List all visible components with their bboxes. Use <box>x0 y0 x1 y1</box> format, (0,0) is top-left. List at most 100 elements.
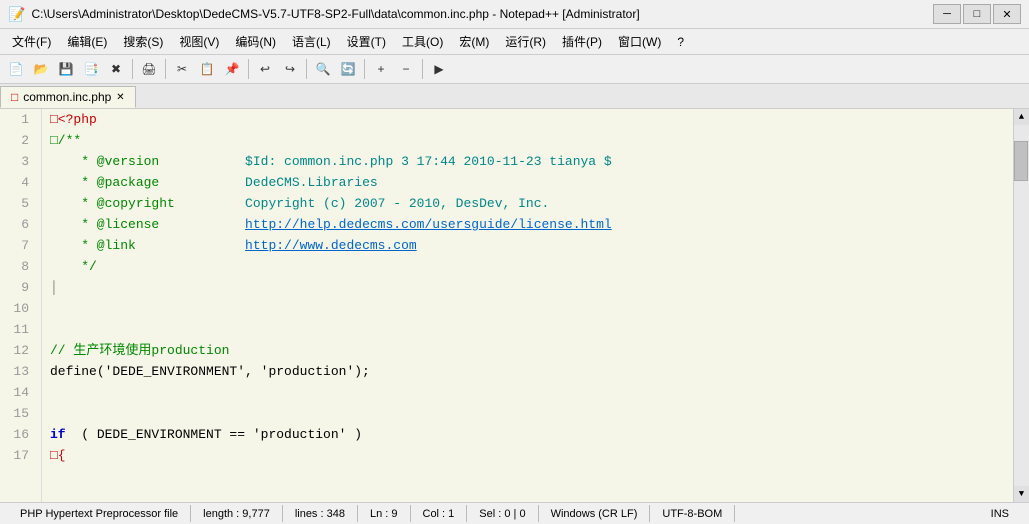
code-area[interactable]: □<?php□/** * @version $Id: common.inc.ph… <box>42 109 1013 502</box>
code-line: □{ <box>50 445 1005 466</box>
maximize-button[interactable]: □ <box>963 4 991 24</box>
code-line: */ <box>50 256 1005 277</box>
status-lines: lines : 348 <box>283 505 358 522</box>
menu-item[interactable]: 文件(F) <box>4 31 59 52</box>
tab-common-inc-php[interactable]: □ common.inc.php ✕ <box>0 86 136 108</box>
menu-item[interactable]: 插件(P) <box>554 31 610 52</box>
save-button[interactable]: 💾 <box>54 58 78 80</box>
code-token: // <box>50 343 73 358</box>
code-line: * @license http://help.dedecms.com/users… <box>50 214 1005 235</box>
code-token: 生产环境使用 <box>73 343 151 358</box>
vertical-scrollbar[interactable]: ▲ ▼ <box>1013 109 1029 502</box>
new-button[interactable]: 📄 <box>4 58 28 80</box>
code-line: if ( DEDE_ENVIRONMENT == 'production' ) <box>50 424 1005 445</box>
line-number: 17 <box>8 445 33 466</box>
close-file-button[interactable]: ✖ <box>104 58 128 80</box>
code-token: * @copyright <box>50 196 245 211</box>
menu-item[interactable]: ? <box>669 33 692 51</box>
code-line: │ <box>50 277 1005 298</box>
code-token: * @link <box>50 238 245 253</box>
zoom-out-button[interactable]: − <box>394 58 418 80</box>
redo-button[interactable]: ↪ <box>278 58 302 80</box>
code-line: * @copyright Copyright (c) 2007 - 2010, … <box>50 193 1005 214</box>
paste-button[interactable]: 📌 <box>220 58 244 80</box>
code-line: // 生产环境使用production <box>50 340 1005 361</box>
zoom-in-button[interactable]: + <box>369 58 393 80</box>
save-all-button[interactable]: 📑 <box>79 58 103 80</box>
find-button[interactable]: 🔍 <box>311 58 335 80</box>
window-controls: ─ □ ✕ <box>933 4 1021 24</box>
menu-item[interactable]: 编码(N) <box>227 31 284 52</box>
copy-button[interactable]: 📋 <box>195 58 219 80</box>
cut-button[interactable]: ✂ <box>170 58 194 80</box>
tab-icon: □ <box>11 90 18 104</box>
line-number: 8 <box>8 256 33 277</box>
line-number: 15 <box>8 403 33 424</box>
print-button[interactable]: 🖨 <box>137 58 161 80</box>
status-col: Col : 1 <box>411 505 468 522</box>
app-icon: 📝 <box>8 6 25 23</box>
status-ins: INS <box>979 505 1021 522</box>
macro-button[interactable]: ▶ <box>427 58 451 80</box>
window-title: C:\Users\Administrator\Desktop\DedeCMS-V… <box>31 7 639 21</box>
code-line <box>50 298 1005 319</box>
menu-item[interactable]: 工具(O) <box>394 31 451 52</box>
menu-item[interactable]: 语言(L) <box>284 31 339 52</box>
status-filetype: PHP Hypertext Preprocessor file <box>8 505 191 522</box>
line-number: 5 <box>8 193 33 214</box>
title-bar: 📝 C:\Users\Administrator\Desktop\DedeCMS… <box>0 0 1029 29</box>
menu-item[interactable]: 视图(V) <box>171 31 227 52</box>
code-token: □/** <box>50 133 81 148</box>
line-number: 4 <box>8 172 33 193</box>
menu-item[interactable]: 搜索(S) <box>115 31 171 52</box>
menu-item[interactable]: 编辑(E) <box>59 31 115 52</box>
code-token: if <box>50 427 66 442</box>
menu-item[interactable]: 运行(R) <box>497 31 554 52</box>
line-number: 16 <box>8 424 33 445</box>
status-lineending: Windows (CR LF) <box>539 505 651 522</box>
line-number: 1 <box>8 109 33 130</box>
status-bar: PHP Hypertext Preprocessor file length :… <box>0 502 1029 524</box>
line-number: 14 <box>8 382 33 403</box>
line-number: 7 <box>8 235 33 256</box>
line-number: 10 <box>8 298 33 319</box>
sep2 <box>165 59 166 79</box>
line-number: 9 <box>8 277 33 298</box>
code-token: Copyright (c) 2007 - 2010, DesDev, Inc. <box>245 196 549 211</box>
line-number: 2 <box>8 130 33 151</box>
code-token: * @package <box>50 175 245 190</box>
code-token: */ <box>50 259 97 274</box>
editor-container[interactable]: 1234567891011121314151617 □<?php□/** * @… <box>0 109 1013 502</box>
code-line: * @link http://www.dedecms.com <box>50 235 1005 256</box>
code-line <box>50 382 1005 403</box>
code-token: http://help.dedecms.com/usersguide/licen… <box>245 217 612 232</box>
tab-bar: □ common.inc.php ✕ <box>0 84 1029 109</box>
code-token: http://www.dedecms.com <box>245 238 417 253</box>
menu-item[interactable]: 设置(T) <box>339 31 394 52</box>
line-number: 11 <box>8 319 33 340</box>
undo-button[interactable]: ↩ <box>253 58 277 80</box>
toolbar: 📄 📂 💾 📑 ✖ 🖨 ✂ 📋 📌 ↩ ↪ 🔍 🔄 + − ▶ <box>0 55 1029 84</box>
close-button[interactable]: ✕ <box>993 4 1021 24</box>
code-token: * @version <box>50 154 245 169</box>
code-token: □{ <box>50 448 66 463</box>
code-line: * @package DedeCMS.Libraries <box>50 172 1005 193</box>
main-window: 📝 C:\Users\Administrator\Desktop\DedeCMS… <box>0 0 1029 524</box>
open-button[interactable]: 📂 <box>29 58 53 80</box>
status-sel: Sel : 0 | 0 <box>467 505 538 522</box>
scroll-down-arrow[interactable]: ▼ <box>1014 486 1029 502</box>
code-token: □<?php <box>50 112 97 127</box>
tab-close-button[interactable]: ✕ <box>116 92 124 103</box>
replace-button[interactable]: 🔄 <box>336 58 360 80</box>
code-token: ( DEDE_ENVIRONMENT == 'production' ) <box>66 427 362 442</box>
line-number: 12 <box>8 340 33 361</box>
menu-item[interactable]: 宏(M) <box>451 31 497 52</box>
code-token: production <box>151 343 229 358</box>
scrollbar-thumb[interactable] <box>1014 141 1028 181</box>
status-encoding: UTF-8-BOM <box>650 505 735 522</box>
code-line: □/** <box>50 130 1005 151</box>
minimize-button[interactable]: ─ <box>933 4 961 24</box>
menu-item[interactable]: 窗口(W) <box>610 31 669 52</box>
code-token: │ <box>50 280 58 295</box>
scroll-up-arrow[interactable]: ▲ <box>1014 109 1029 125</box>
